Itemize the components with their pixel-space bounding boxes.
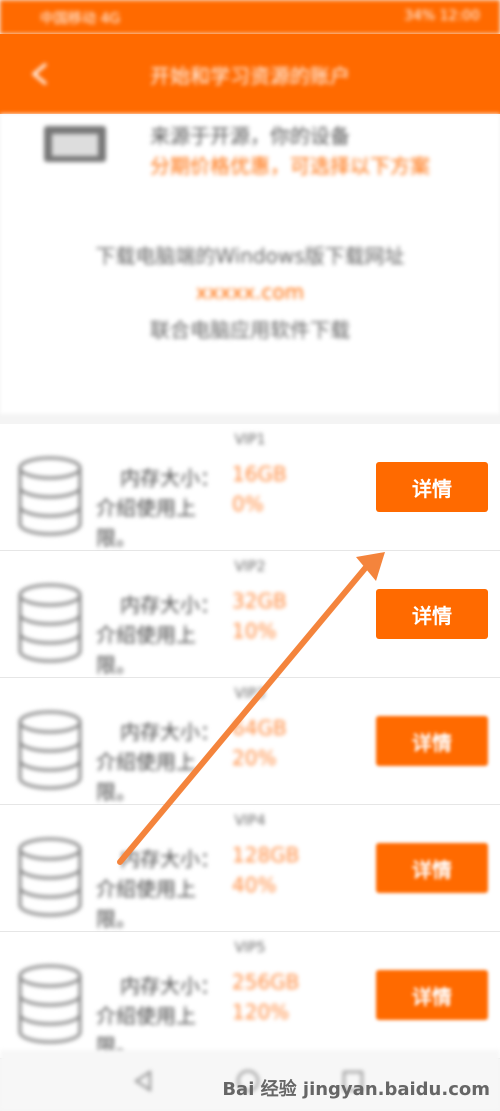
vip-list: VIP1 内存大小： 16GB 介绍使用上 0% 限。 详情 VIP2 内存大小… bbox=[0, 424, 500, 1059]
status-right-text: 34% 12:00 bbox=[404, 8, 480, 24]
row-total-value: 16GB bbox=[232, 462, 287, 486]
database-icon bbox=[18, 583, 82, 663]
intro-url-link[interactable]: xxxxx.com bbox=[0, 280, 500, 304]
row-title: VIP2 bbox=[234, 559, 266, 575]
row-total-label: 内存大小： bbox=[120, 466, 220, 490]
row-title: VIP5 bbox=[234, 940, 266, 956]
list-item: VIP3 内存大小： 64GB 介绍使用上 20% 限。 详情 bbox=[0, 678, 500, 805]
row-total-value: 32GB bbox=[232, 589, 287, 613]
row-used-value: 0% bbox=[232, 492, 264, 516]
row-used-label: 介绍使用上 bbox=[96, 750, 196, 774]
database-icon bbox=[18, 837, 82, 917]
row-used-label: 介绍使用上 bbox=[96, 623, 196, 647]
title-bar: 开始和学习资源的账户 bbox=[0, 34, 500, 114]
row-total-value: 64GB bbox=[232, 716, 287, 740]
document-icon bbox=[44, 126, 106, 162]
row-used-label-2: 限。 bbox=[96, 526, 136, 550]
row-total-value: 256GB bbox=[232, 970, 300, 994]
row-title: VIP3 bbox=[234, 686, 266, 702]
status-bar: 中国移动 4G 34% 12:00 bbox=[0, 0, 500, 34]
row-used-label-2: 限。 bbox=[96, 653, 136, 677]
details-button[interactable]: 详情 bbox=[376, 843, 488, 893]
row-used-label-2: 限。 bbox=[96, 907, 136, 931]
watermark: Bai 经验 jingyan.baidu.com bbox=[222, 1079, 490, 1100]
row-used-value: 20% bbox=[232, 746, 277, 770]
row-total-label: 内存大小： bbox=[120, 720, 220, 744]
database-icon bbox=[18, 710, 82, 790]
intro-description-2: 联合电脑应用软件下载 bbox=[150, 318, 350, 342]
row-used-label: 介绍使用上 bbox=[96, 496, 196, 520]
database-icon bbox=[18, 964, 82, 1044]
row-used-label-2: 限。 bbox=[96, 780, 136, 804]
row-used-value: 10% bbox=[232, 619, 277, 643]
row-total-label: 内存大小： bbox=[120, 593, 220, 617]
details-button[interactable]: 详情 bbox=[376, 589, 488, 639]
row-used-value: 120% bbox=[232, 1000, 290, 1024]
list-item: VIP2 内存大小： 32GB 介绍使用上 10% 限。 详情 bbox=[0, 551, 500, 678]
row-total-label: 内存大小： bbox=[120, 974, 220, 998]
details-button[interactable]: 详情 bbox=[376, 970, 488, 1020]
row-used-value: 40% bbox=[232, 873, 277, 897]
list-item: VIP4 内存大小： 128GB 介绍使用上 40% 限。 详情 bbox=[0, 805, 500, 932]
intro-line-2: 分期价格优惠，可选择以下方案 bbox=[150, 154, 430, 178]
intro-line-1: 来源于开源，你的设备 bbox=[150, 124, 350, 148]
intro-description: 下载电脑端的Windows版下载网址 bbox=[95, 244, 405, 268]
details-button[interactable]: 详情 bbox=[376, 462, 488, 512]
page-title: 开始和学习资源的账户 bbox=[150, 64, 350, 88]
row-used-label: 介绍使用上 bbox=[96, 1004, 196, 1028]
triangle-back-icon[interactable] bbox=[130, 1068, 156, 1094]
database-icon bbox=[18, 456, 82, 536]
list-item: VIP1 内存大小： 16GB 介绍使用上 0% 限。 详情 bbox=[0, 424, 500, 551]
details-button[interactable]: 详情 bbox=[376, 716, 488, 766]
row-title: VIP4 bbox=[234, 813, 266, 829]
row-title: VIP1 bbox=[234, 432, 266, 448]
row-total-value: 128GB bbox=[232, 843, 300, 867]
intro-panel: 来源于开源，你的设备 分期价格优惠，可选择以下方案 下载电脑端的Windows版… bbox=[0, 114, 500, 414]
status-left-text: 中国移动 4G bbox=[40, 11, 121, 27]
row-used-label: 介绍使用上 bbox=[96, 877, 196, 901]
list-item: VIP5 内存大小： 256GB 介绍使用上 120% 限。 详情 bbox=[0, 932, 500, 1059]
row-total-label: 内存大小： bbox=[120, 847, 220, 871]
